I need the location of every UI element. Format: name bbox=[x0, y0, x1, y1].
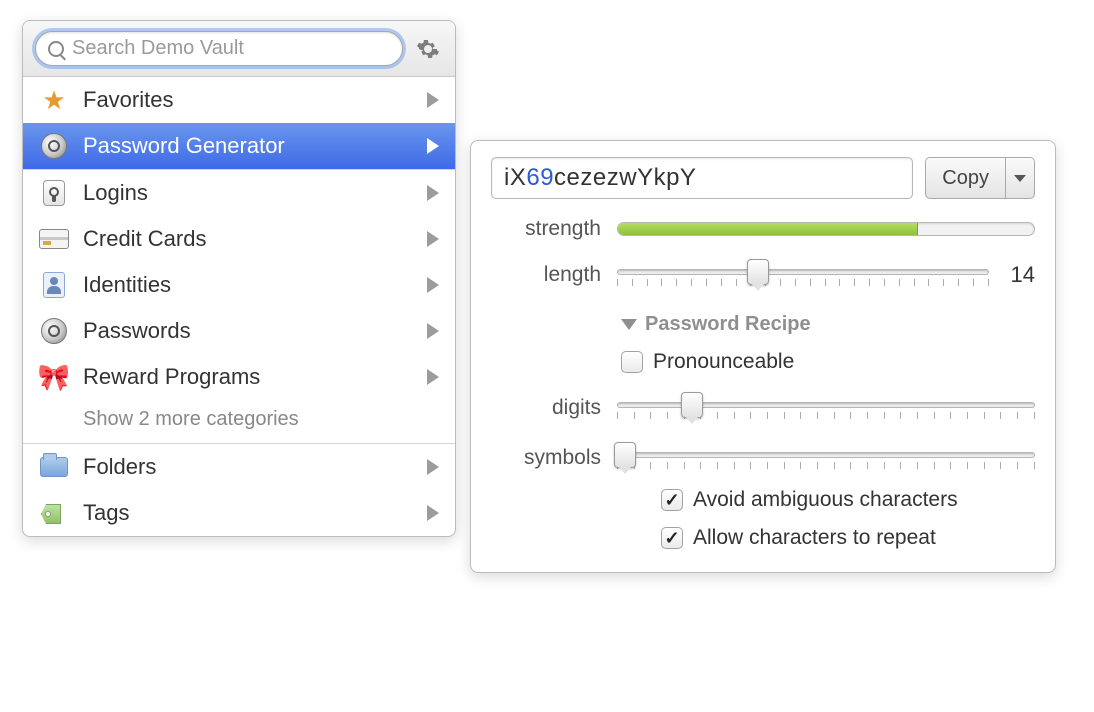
length-label: length bbox=[491, 263, 601, 287]
search-icon bbox=[48, 41, 64, 57]
sidebar-list: ★ Favorites Password Generator Logins Cr… bbox=[23, 77, 455, 536]
sidebar-item-label: Credit Cards bbox=[83, 226, 413, 252]
avoid-ambiguous-checkbox[interactable] bbox=[661, 489, 683, 511]
safe-dial-icon bbox=[39, 316, 69, 346]
sidebar-item-logins[interactable]: Logins bbox=[23, 170, 455, 216]
identity-icon bbox=[39, 270, 69, 300]
sidebar-item-label: Identities bbox=[83, 272, 413, 298]
sidebar-item-tags[interactable]: Tags bbox=[23, 490, 455, 536]
sidebar-item-label: Password Generator bbox=[83, 133, 413, 159]
copy-button[interactable]: Copy bbox=[925, 157, 1005, 199]
keyhole-icon bbox=[39, 178, 69, 208]
strength-label: strength bbox=[491, 217, 601, 241]
chevron-right-icon bbox=[427, 277, 439, 293]
password-recipe-toggle[interactable]: Password Recipe bbox=[621, 313, 1035, 336]
strength-meter bbox=[617, 222, 1035, 236]
allow-repeat-checkbox[interactable] bbox=[661, 527, 683, 549]
star-icon: ★ bbox=[39, 85, 69, 115]
bow-icon: 🎀 bbox=[39, 362, 69, 392]
chevron-right-icon bbox=[427, 92, 439, 108]
copy-dropdown-button[interactable] bbox=[1005, 157, 1035, 199]
length-value: 14 bbox=[1003, 262, 1035, 288]
pronounceable-checkbox[interactable] bbox=[621, 351, 643, 373]
slider-thumb[interactable] bbox=[747, 259, 769, 285]
avoid-ambiguous-label: Avoid ambiguous characters bbox=[693, 488, 958, 512]
copy-button-group: Copy bbox=[925, 157, 1035, 199]
chevron-right-icon bbox=[427, 231, 439, 247]
sidebar-item-passwords[interactable]: Passwords bbox=[23, 308, 455, 354]
chevron-right-icon bbox=[427, 323, 439, 339]
chevron-right-icon bbox=[427, 505, 439, 521]
sidebar-item-credit-cards[interactable]: Credit Cards bbox=[23, 216, 455, 262]
digits-label: digits bbox=[491, 396, 601, 420]
slider-thumb[interactable] bbox=[681, 392, 703, 418]
sidebar-item-identities[interactable]: Identities bbox=[23, 262, 455, 308]
settings-button[interactable] bbox=[413, 34, 443, 64]
sidebar-item-label: Favorites bbox=[83, 87, 413, 113]
allow-repeat-row: Allow characters to repeat bbox=[661, 526, 1035, 550]
chevron-right-icon bbox=[427, 138, 439, 154]
avoid-ambiguous-row: Avoid ambiguous characters bbox=[661, 488, 1035, 512]
length-slider[interactable] bbox=[617, 259, 989, 291]
credit-card-icon bbox=[39, 224, 69, 254]
disclosure-triangle-icon bbox=[621, 319, 637, 330]
sidebar-item-reward-programs[interactable]: 🎀 Reward Programs bbox=[23, 354, 455, 400]
pronounceable-label: Pronounceable bbox=[653, 350, 794, 374]
sidebar-item-label: Folders bbox=[83, 454, 413, 480]
strength-meter-fill bbox=[618, 223, 918, 235]
slider-thumb[interactable] bbox=[614, 442, 636, 468]
chevron-down-icon bbox=[1014, 175, 1026, 182]
sidebar-item-label: Passwords bbox=[83, 318, 413, 344]
pronounceable-row: Pronounceable bbox=[621, 350, 1035, 374]
generated-password-field[interactable]: iX69cezezwYkpY bbox=[491, 157, 913, 199]
recipe-header-label: Password Recipe bbox=[645, 313, 811, 336]
sidebar-item-label: Logins bbox=[83, 180, 413, 206]
symbols-label: symbols bbox=[491, 446, 601, 470]
chevron-right-icon bbox=[427, 369, 439, 385]
chevron-right-icon bbox=[427, 185, 439, 201]
folder-icon bbox=[39, 452, 69, 482]
sidebar-item-password-generator[interactable]: Password Generator bbox=[23, 123, 455, 169]
sidebar-item-favorites[interactable]: ★ Favorites bbox=[23, 77, 455, 123]
search-input[interactable] bbox=[70, 36, 390, 61]
symbols-slider[interactable] bbox=[617, 442, 1035, 474]
sidebar: ★ Favorites Password Generator Logins Cr… bbox=[22, 20, 456, 537]
password-generator-panel: iX69cezezwYkpY Copy strength length 14 bbox=[470, 140, 1056, 573]
search-bar bbox=[23, 21, 455, 77]
sidebar-item-label: Tags bbox=[83, 500, 413, 526]
sidebar-item-label: Reward Programs bbox=[83, 364, 413, 390]
sidebar-item-folders[interactable]: Folders bbox=[23, 444, 455, 490]
digits-slider[interactable] bbox=[617, 392, 1035, 424]
show-more-categories[interactable]: Show 2 more categories bbox=[23, 400, 455, 443]
chevron-right-icon bbox=[427, 459, 439, 475]
search-field[interactable] bbox=[35, 31, 403, 66]
allow-repeat-label: Allow characters to repeat bbox=[693, 526, 936, 550]
safe-dial-icon bbox=[39, 131, 69, 161]
tag-icon bbox=[39, 498, 69, 528]
gear-icon bbox=[416, 37, 440, 61]
